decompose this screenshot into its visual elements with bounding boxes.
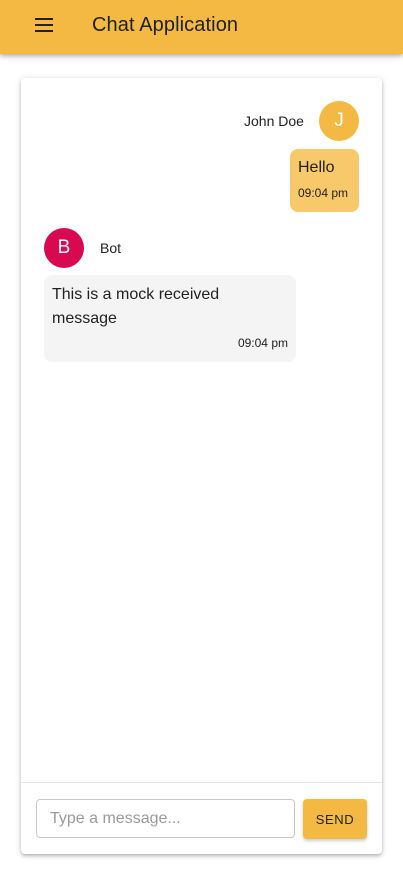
message-input[interactable] — [36, 799, 295, 838]
message-text: Hello — [298, 159, 335, 176]
app-bar: Chat Application — [0, 0, 403, 54]
sender-name: Bot — [100, 240, 122, 256]
sender-name: John Doe — [244, 113, 304, 129]
message-time: 09:04 pm — [237, 336, 288, 350]
message-text: This is a mock received message — [52, 286, 220, 327]
message-bubble: Hello 09:04 pm — [290, 149, 359, 212]
app-title: Chat Application — [92, 14, 239, 36]
avatar: B — [44, 228, 84, 268]
message-time: 09:04 pm — [298, 186, 349, 200]
avatar: J — [319, 101, 359, 141]
menu-icon[interactable] — [35, 18, 53, 32]
chat-card: John Doe J Hello 09:04 pm B Bot This is … — [21, 78, 382, 854]
composer-divider — [21, 782, 382, 783]
message-bubble: This is a mock received message 09:04 pm — [44, 275, 296, 362]
send-button[interactable]: SEND — [303, 799, 367, 839]
